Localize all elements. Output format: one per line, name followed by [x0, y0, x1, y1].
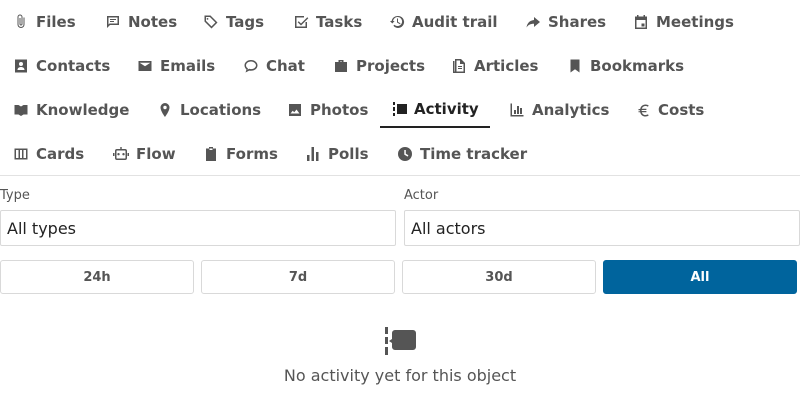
clock-icon: [396, 145, 414, 163]
note-icon: [104, 13, 122, 31]
image-icon: [286, 101, 304, 119]
tab-label: Analytics: [532, 101, 610, 119]
tab-articles[interactable]: Articles: [438, 48, 550, 84]
tab-photos[interactable]: Photos: [274, 92, 380, 128]
tab-locations[interactable]: Locations: [144, 92, 273, 128]
tab-label: Knowledge: [36, 101, 130, 119]
tab-label: Forms: [226, 145, 278, 163]
clipboard-icon: [202, 145, 220, 163]
tab-tasks[interactable]: Tasks: [280, 4, 374, 40]
actor-select[interactable]: All actors: [404, 210, 800, 246]
tab-label: Contacts: [36, 57, 111, 75]
tab-label: Emails: [160, 57, 216, 75]
chat-bubble-icon: [242, 57, 260, 75]
tab-label: Cards: [36, 145, 85, 163]
tab-label: Files: [36, 13, 76, 31]
briefcase-icon: [332, 57, 350, 75]
tab-notes[interactable]: Notes: [92, 4, 189, 40]
euro-icon: [634, 101, 652, 119]
tab-row-3: Knowledge Locations Photos Activity Anal…: [0, 88, 800, 132]
share-arrow-icon: [524, 13, 542, 31]
tab-row-1: Files Notes Tags Tasks Audit trail Share…: [0, 0, 800, 44]
tag-icon: [202, 13, 220, 31]
tab-bookmarks[interactable]: Bookmarks: [554, 48, 696, 84]
tab-label: Tasks: [316, 13, 363, 31]
columns-icon: [12, 145, 30, 163]
tab-cards[interactable]: Cards: [0, 136, 96, 172]
range-button-7d[interactable]: 7d: [201, 260, 395, 294]
tab-label: Costs: [658, 101, 705, 119]
tab-flow[interactable]: Flow: [100, 136, 188, 172]
tab-chat[interactable]: Chat: [230, 48, 317, 84]
tab-label: Audit trail: [412, 13, 498, 31]
tab-label: Meetings: [656, 13, 734, 31]
document-icon: [450, 57, 468, 75]
tab-analytics[interactable]: Analytics: [496, 92, 621, 128]
bar-chart-icon: [508, 101, 526, 119]
tab-emails[interactable]: Emails: [124, 48, 227, 84]
tab-label: Articles: [474, 57, 539, 75]
tab-tags[interactable]: Tags: [190, 4, 276, 40]
envelope-icon: [136, 57, 154, 75]
tab-meetings[interactable]: Meetings: [620, 4, 746, 40]
tab-label: Notes: [128, 13, 178, 31]
tab-label: Chat: [266, 57, 305, 75]
tab-activity[interactable]: Activity: [380, 92, 490, 128]
tab-costs[interactable]: Costs: [622, 92, 716, 128]
bookmark-icon: [566, 57, 584, 75]
range-button-24h[interactable]: 24h: [0, 260, 194, 294]
history-icon: [388, 13, 406, 31]
book-icon: [12, 101, 30, 119]
tab-row-4: Cards Flow Forms Polls Time tracker: [0, 132, 800, 176]
tab-label: Bookmarks: [590, 57, 685, 75]
tab-label: Shares: [548, 13, 607, 31]
tab-shares[interactable]: Shares: [512, 4, 618, 40]
tab-knowledge[interactable]: Knowledge: [0, 92, 141, 128]
range-button-30d[interactable]: 30d: [402, 260, 596, 294]
tab-label: Projects: [356, 57, 426, 75]
tab-projects[interactable]: Projects: [320, 48, 437, 84]
tab-label: Polls: [328, 145, 369, 163]
poll-bars-icon: [304, 145, 322, 163]
tab-row-2: Contacts Emails Chat Projects Articles B…: [0, 44, 800, 88]
contact-card-icon: [12, 57, 30, 75]
tab-label: Tags: [226, 13, 265, 31]
tab-time-tracker[interactable]: Time tracker: [384, 136, 539, 172]
tab-files[interactable]: Files: [0, 4, 88, 40]
type-filter-label: Type: [0, 188, 30, 203]
calendar-icon: [632, 13, 650, 31]
checkbox-icon: [292, 13, 310, 31]
range-button-all[interactable]: All: [603, 260, 797, 294]
object-tab-bar: Files Notes Tags Tasks Audit trail Share…: [0, 0, 800, 176]
tab-polls[interactable]: Polls: [292, 136, 381, 172]
map-pin-icon: [156, 101, 174, 119]
tab-label: Photos: [310, 101, 369, 119]
activity-timeline-icon: [385, 327, 417, 355]
paperclip-icon: [12, 13, 30, 31]
tab-label: Activity: [414, 100, 479, 118]
tab-contacts[interactable]: Contacts: [0, 48, 122, 84]
robot-icon: [112, 145, 130, 163]
tab-forms[interactable]: Forms: [190, 136, 290, 172]
activity-timeline-icon: [392, 100, 408, 118]
tab-label: Locations: [180, 101, 262, 119]
tab-audit-trail[interactable]: Audit trail: [376, 4, 510, 40]
tab-label: Flow: [136, 145, 176, 163]
tab-label: Time tracker: [420, 145, 528, 163]
actor-filter-label: Actor: [404, 188, 439, 203]
empty-state-message: No activity yet for this object: [283, 366, 517, 385]
type-select[interactable]: All types: [0, 210, 396, 246]
